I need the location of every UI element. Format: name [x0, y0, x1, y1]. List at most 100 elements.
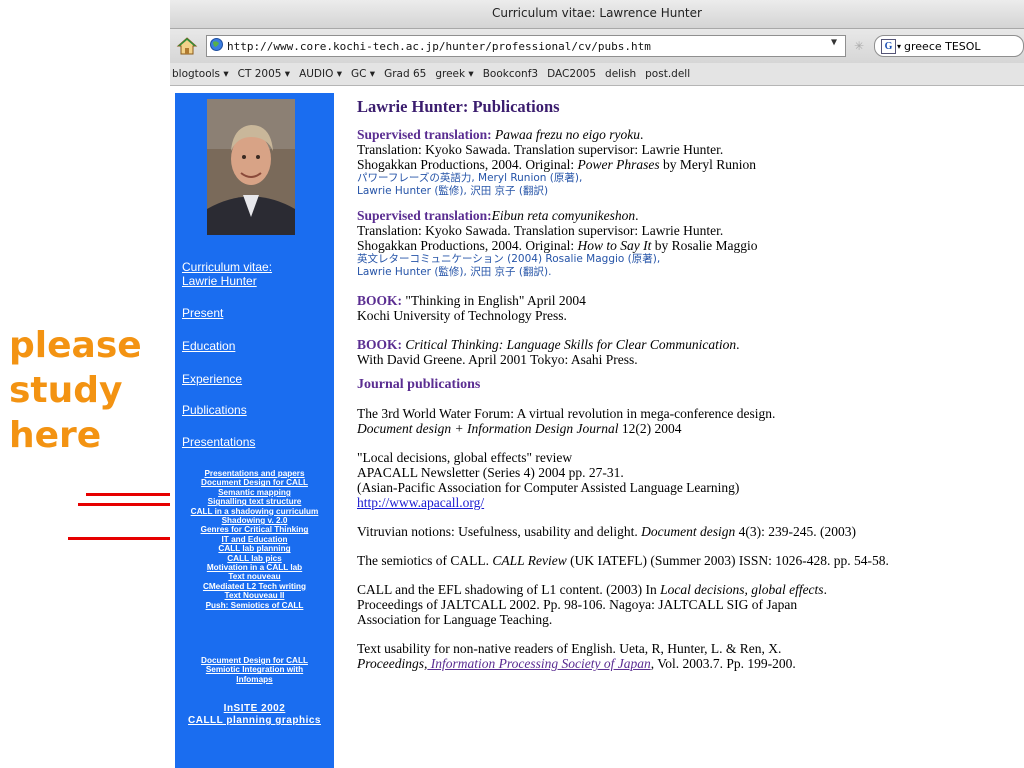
window-title: Curriculum vitae: Lawrence Hunter — [170, 0, 1024, 29]
journal-entry: Text usability for non-native readers of… — [357, 641, 1024, 671]
bookmark-item[interactable]: greek ▾ — [435, 68, 473, 80]
bookmark-item[interactable]: blogtools ▾ — [172, 68, 229, 80]
page-title: Lawrie Hunter: Publications — [357, 97, 560, 116]
entry-text: 12(2) 2004 — [618, 421, 682, 436]
sidebar: Curriculum vitae: Lawrie Hunter Present … — [175, 93, 334, 768]
entry-original-title: Power Phrases — [577, 157, 660, 172]
entry-label: BOOK: — [357, 337, 403, 352]
entry-journal: Document design + Information Design Jou… — [357, 421, 619, 436]
sidebar-item-presentations[interactable]: Presentations — [182, 435, 255, 449]
entry-label: Supervised translation: — [357, 208, 492, 223]
list-item[interactable]: Semantic mapping — [175, 488, 334, 497]
home-button[interactable] — [174, 33, 200, 59]
ipsj-link[interactable]: Information Processing Society of Japan — [427, 656, 651, 671]
bookmark-item[interactable]: CT 2005 ▾ — [238, 68, 290, 80]
entry-text: 4(3): 239-245. (2003) — [735, 524, 857, 539]
sidebar-item-education[interactable]: Education — [182, 339, 235, 353]
entry-text: , Vol. 2003.7. Pp. 199-200. — [650, 656, 796, 671]
bookmark-item[interactable]: DAC2005 — [547, 68, 596, 80]
entry-text: "Thinking in English" April 2004 — [402, 293, 586, 308]
list-item[interactable]: CALL in a shadowing curriculum — [175, 507, 334, 516]
entry-text: by Meryl Runion — [659, 157, 756, 172]
list-item[interactable]: Motivation in a CALL lab — [175, 563, 334, 572]
entry-line: Translation: Kyoko Sawada. Translation s… — [357, 223, 724, 238]
entry-journal: Document design — [641, 524, 736, 539]
entry-text: CALL and the EFL shadowing of L1 content… — [357, 582, 661, 597]
entry-line: With David Greene. April 2001 Tokyo: Asa… — [357, 352, 638, 367]
sidebar-item-experience[interactable]: Experience — [182, 372, 242, 386]
cv-link[interactable]: Curriculum vitae: Lawrie Hunter — [182, 260, 272, 288]
entry-line: Kochi University of Technology Press. — [357, 308, 567, 323]
journal-entry: CALL and the EFL shadowing of L1 content… — [357, 582, 1024, 627]
list-item[interactable]: CMediated L2 Tech writing — [175, 582, 334, 591]
list-item[interactable]: IT and Education — [175, 535, 334, 544]
cv-link-line-2: Lawrie Hunter — [182, 274, 257, 288]
list-item[interactable]: Genres for Critical Thinking — [175, 525, 334, 534]
annotation-line-3: here — [9, 415, 102, 456]
entry-japanese: Lawrie Hunter (監修), 沢田 京子 (翻訳) — [357, 185, 549, 197]
bookmark-item[interactable]: delish — [605, 68, 636, 80]
author-photo — [207, 99, 295, 235]
entry-title: Eibun reta comyunikeshon — [491, 208, 636, 223]
bookmark-item[interactable]: Bookconf3 — [483, 68, 538, 80]
url-text: http://www.core.kochi-tech.ac.jp/hunter/… — [227, 39, 651, 53]
entry-line: "Local decisions, global effects" review — [357, 450, 573, 465]
loading-spinner-icon: ✳ — [854, 39, 865, 53]
annotation-text: please study here — [9, 323, 142, 458]
bookmark-item[interactable]: post.dell — [645, 68, 690, 80]
list-item[interactable]: Signalling text structure — [175, 497, 334, 506]
entry-line: (Asian-Pacific Association for Computer … — [357, 480, 740, 495]
list-item[interactable]: Push: Semiotics of CALL — [175, 601, 334, 610]
search-input[interactable]: greece TESOL — [904, 40, 981, 53]
publication-entry: Supervised translation: Pawaa frezu no e… — [357, 127, 1024, 198]
browser-window: Curriculum vitae: Lawrence Hunter http:/… — [170, 0, 1024, 768]
presentations-list: Presentations and papers Document Design… — [175, 469, 334, 610]
entry-text: Vitruvian notions: Usefulness, usability… — [357, 524, 642, 539]
journal-entry: The semiotics of CALL. CALL Review (UK I… — [357, 553, 1024, 568]
entry-label: BOOK: — [357, 293, 403, 308]
publication-entry: BOOK: "Thinking in English" April 2004 K… — [357, 293, 1024, 323]
globe-icon — [210, 38, 223, 54]
insite-link[interactable]: InSITE 2002 — [175, 703, 334, 715]
chevron-down-icon[interactable]: ▾ — [897, 42, 901, 51]
bookmark-item[interactable]: GC ▾ — [351, 68, 375, 80]
entry-text: (UK IATEFL) (Summer 2003) ISSN: 1026-428… — [566, 553, 889, 568]
list-item[interactable]: Infomaps — [175, 675, 334, 684]
search-box[interactable]: G ▾ greece TESOL — [874, 35, 1024, 57]
journal-entry: "Local decisions, global effects" review… — [357, 450, 1024, 510]
list-item[interactable]: Semiotic Integration with — [175, 665, 334, 674]
list-item[interactable]: CALL lab planning — [175, 544, 334, 553]
list-item[interactable]: Text nouveau — [175, 572, 334, 581]
address-bar[interactable]: http://www.core.kochi-tech.ac.jp/hunter/… — [206, 35, 846, 57]
entry-text: Shogakkan Productions, 2004. Original: — [357, 238, 578, 253]
bookmark-item[interactable]: Grad 65 — [384, 68, 426, 80]
entry-line: The 3rd World Water Forum: A virtual rev… — [357, 406, 776, 421]
chevron-down-icon[interactable]: ▼ — [831, 37, 837, 48]
calll-planning-link[interactable]: CALLL planning graphics — [175, 715, 334, 727]
sidebar-item-publications[interactable]: Publications — [182, 403, 247, 417]
section-heading: Journal publications — [357, 377, 481, 392]
entry-text: Shogakkan Productions, 2004. Original: — [357, 157, 578, 172]
entry-line: Association for Language Teaching. — [357, 612, 553, 627]
entry-japanese: パワーフレーズの英語力, Meryl Runion (原著), — [357, 172, 583, 184]
entry-journal: CALL Review — [492, 553, 567, 568]
bookmark-item[interactable]: AUDIO ▾ — [299, 68, 342, 80]
list-item[interactable]: Document Design for CALL — [175, 656, 334, 665]
bookmarks-bar: blogtools ▾ CT 2005 ▾ AUDIO ▾ GC ▾ Grad … — [170, 63, 1024, 86]
sidebar-item-present[interactable]: Present — [182, 306, 223, 320]
entry-line: Translation: Kyoko Sawada. Translation s… — [357, 142, 724, 157]
publications-main: Lawrie Hunter: Publications Supervised t… — [357, 93, 1024, 681]
list-item[interactable]: CALL lab pics — [175, 554, 334, 563]
google-icon[interactable]: G — [881, 38, 896, 54]
publication-entry: Supervised translation:Eibun reta comyun… — [357, 208, 1024, 279]
insite-list: InSITE 2002 CALLL planning graphics — [175, 703, 334, 727]
entry-text: . — [823, 582, 827, 597]
entry-book: Local decisions, global effects — [660, 582, 824, 597]
list-item[interactable]: Shadowing v. 2.0 — [175, 516, 334, 525]
list-item[interactable]: Document Design for CALL — [175, 478, 334, 487]
apacall-link[interactable]: http://www.apacall.org/ — [357, 495, 1024, 510]
list-item[interactable]: Presentations and papers — [175, 469, 334, 478]
journal-entry: Vitruvian notions: Usefulness, usability… — [357, 524, 1024, 539]
list-item[interactable]: Text Nouveau II — [175, 591, 334, 600]
entry-line: Proceedings of JALTCALL 2002. Pp. 98-106… — [357, 597, 798, 612]
